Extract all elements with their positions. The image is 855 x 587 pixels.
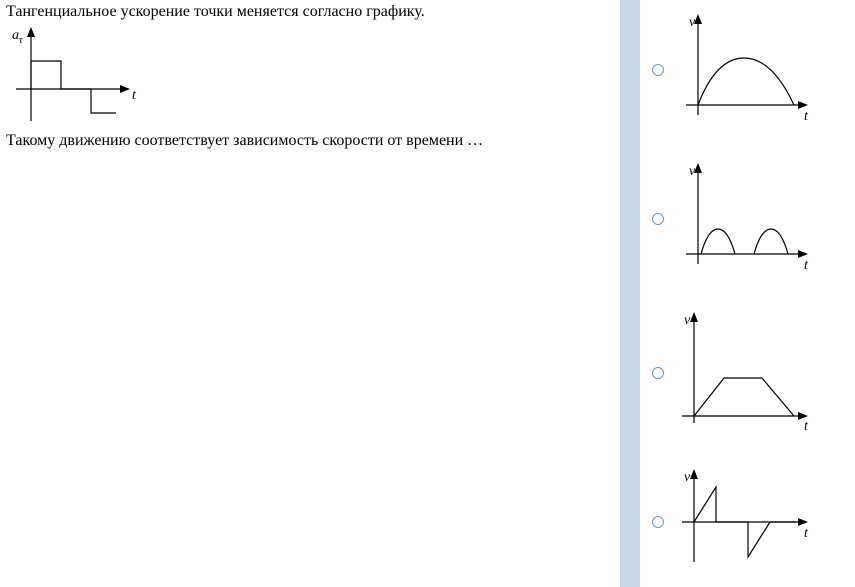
y-axis-label: v bbox=[684, 470, 691, 485]
x-axis-label: t bbox=[804, 419, 809, 434]
option-1-graph: v t bbox=[676, 10, 816, 130]
x-axis-label: t bbox=[804, 109, 809, 124]
radio-option-2[interactable] bbox=[652, 213, 664, 225]
x-axis-label: t bbox=[132, 88, 137, 103]
option-4: v t bbox=[640, 467, 816, 577]
question-line-1: Тангенциальное ускорение точки меняется … bbox=[6, 2, 614, 21]
option-3: v t bbox=[640, 308, 816, 438]
divider bbox=[620, 0, 640, 587]
question-panel: Тангенциальное ускорение точки меняется … bbox=[0, 0, 620, 587]
option-2: v t bbox=[640, 159, 816, 279]
question-graph: aτ t bbox=[6, 21, 156, 131]
x-axis-label: t bbox=[804, 258, 809, 273]
x-axis-label: t bbox=[804, 526, 809, 541]
option-2-graph: v t bbox=[676, 159, 816, 279]
option-3-graph: v t bbox=[676, 308, 816, 438]
radio-option-1[interactable] bbox=[652, 64, 664, 76]
option-4-graph: v t bbox=[676, 467, 816, 577]
radio-option-3[interactable] bbox=[652, 367, 664, 379]
y-axis-label: v bbox=[684, 313, 691, 328]
options-panel: v t v bbox=[640, 0, 855, 587]
radio-option-4[interactable] bbox=[652, 516, 664, 528]
question-line-2: Такому движению соответствует зависимост… bbox=[6, 131, 614, 150]
y-axis-label: aτ bbox=[12, 28, 23, 46]
option-1: v t bbox=[640, 10, 816, 130]
